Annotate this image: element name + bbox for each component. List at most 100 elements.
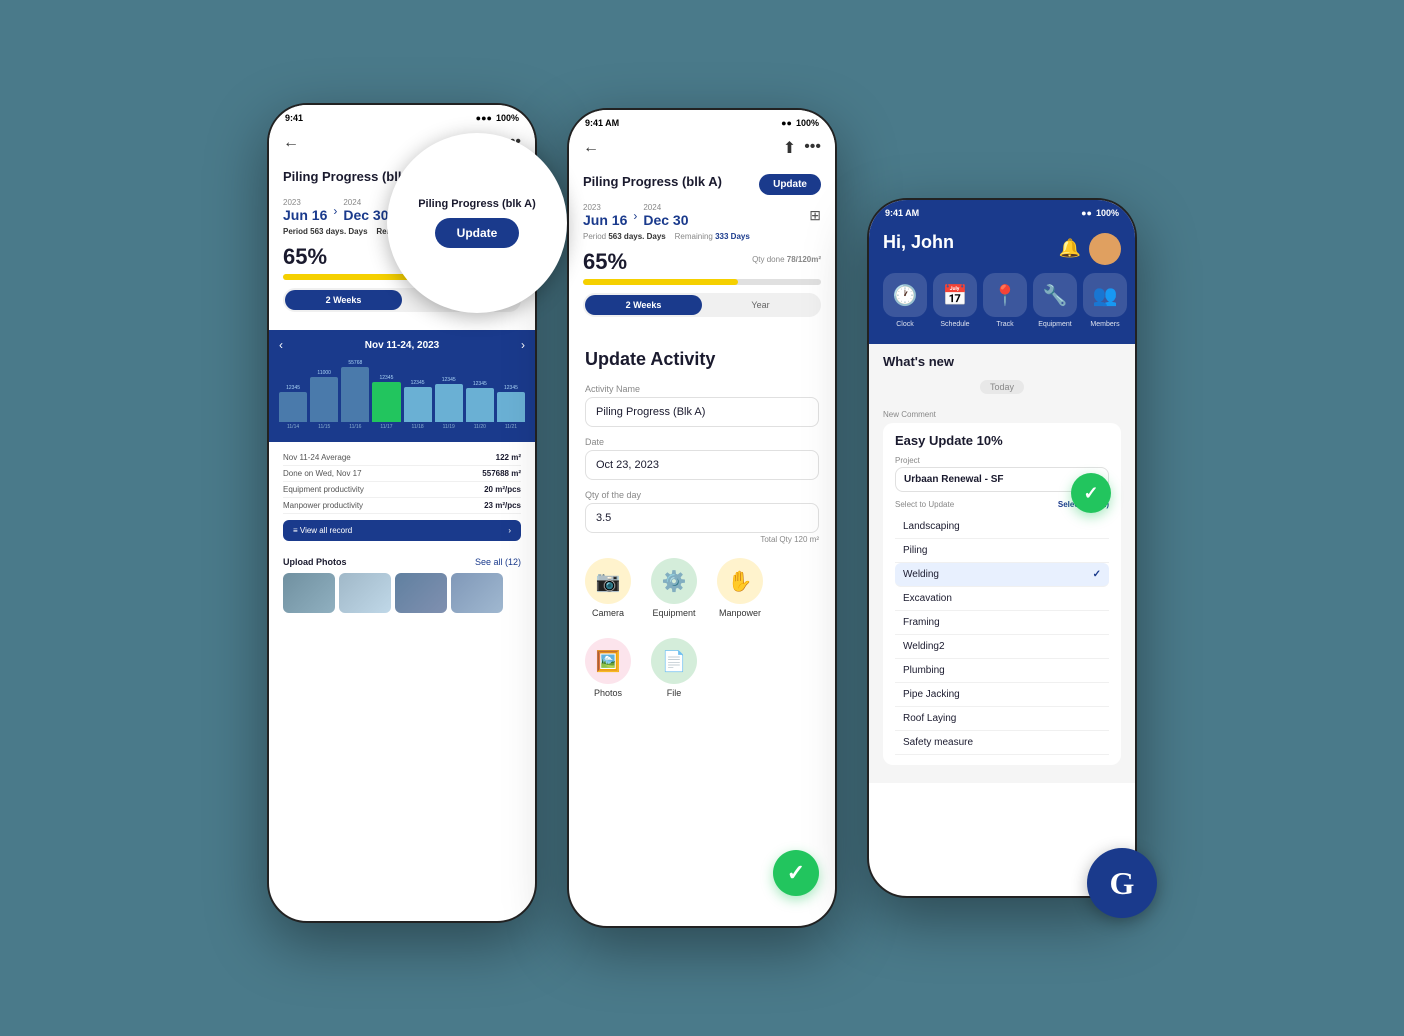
qi-schedule[interactable]: 📅 Schedule [933, 273, 977, 328]
equip-value: 20 m²/pcs [484, 485, 521, 494]
activity-name-input[interactable] [585, 397, 819, 427]
activity-safety[interactable]: Safety measure [895, 731, 1109, 755]
track-icon: 📍 [983, 273, 1027, 317]
back-icon[interactable]: ← [283, 134, 299, 152]
p2-fab-button[interactable]: ✓ [773, 850, 819, 896]
phone-2-wrapper: 9:41 AM ●● 100% ← ⬆ ••• Piling Progress … [567, 108, 837, 928]
battery-3: 100% [1096, 208, 1119, 218]
date-start: Jun 16 [283, 207, 327, 223]
p3-header: Hi, John 🔔 🕐 Clock 📅 Schedule 📍 Track [869, 222, 1135, 344]
arrow-icon: › [333, 204, 337, 218]
photos-label: Photos [594, 688, 622, 698]
date-end: Dec 30 [343, 207, 388, 223]
p3-fab-button[interactable]: ✓ [1071, 473, 1111, 513]
bar-5: 12345 11/18 [404, 380, 432, 430]
p2-qty: Qty done 78/120m² [752, 255, 821, 264]
activity-roof-laying[interactable]: Roof Laying [895, 707, 1109, 731]
activity-plumbing[interactable]: Plumbing [895, 659, 1109, 683]
qi-members[interactable]: 👥 Members [1083, 273, 1127, 328]
activity-pipe-jacking[interactable]: Pipe Jacking [895, 683, 1109, 707]
p2-tab-2weeks[interactable]: 2 Weeks [585, 295, 702, 315]
qi-equipment[interactable]: 🔧 Equipment [1033, 273, 1077, 328]
file-label: File [667, 688, 682, 698]
manpower-label: Manpower productivity [283, 501, 363, 510]
qi-clock[interactable]: 🕐 Clock [883, 273, 927, 328]
activity-welding2[interactable]: Welding2 [895, 635, 1109, 659]
activity-excavation[interactable]: Excavation [895, 587, 1109, 611]
back-icon-2[interactable]: ← [583, 139, 599, 157]
see-all-link[interactable]: See all (12) [475, 557, 521, 567]
chart-prev[interactable]: ‹ [279, 338, 283, 352]
notification-icon[interactable]: 🔔 [1059, 238, 1081, 259]
today-badge: Today [980, 380, 1024, 394]
status-icons-3: ●● 100% [1081, 208, 1119, 218]
activity-landscaping[interactable]: Landscaping [895, 515, 1109, 539]
stats-section: Nov 11-24 Average 122 m² Done on Wed, No… [269, 442, 535, 549]
upload-label: Upload Photos [283, 557, 347, 567]
date-input[interactable] [585, 450, 819, 480]
manpower-action[interactable]: ✋ Manpower [717, 558, 763, 618]
qty-input[interactable] [585, 503, 819, 533]
view-all-button[interactable]: ≡ View all record › [283, 520, 521, 541]
status-icons-2: ●● 100% [781, 118, 819, 128]
p2-update-button[interactable]: Update [759, 174, 821, 195]
done-value: 557688 m² [482, 469, 521, 478]
bar-1: 12345 11/14 [279, 385, 307, 430]
quick-icons: 🕐 Clock 📅 Schedule 📍 Track 🔧 Equipment 👥 [883, 273, 1121, 328]
equipment-action[interactable]: ⚙️ Equipment [651, 558, 697, 618]
tab-2weeks[interactable]: 2 Weeks [285, 290, 402, 310]
chart-header: ‹ Nov 11-24, 2023 › [279, 338, 525, 352]
avg-value: 122 m² [496, 453, 521, 462]
qi-equip-label: Equipment [1038, 321, 1071, 328]
activity-welding[interactable]: Welding ✓ [895, 563, 1109, 587]
camera-action[interactable]: 📷 Camera [585, 558, 631, 618]
activity-name-9: Roof Laying [903, 713, 956, 724]
signal-icon-3: ●● [1081, 208, 1092, 218]
p2-year-start: 2023 [583, 203, 627, 212]
more-icon-2[interactable]: ••• [804, 138, 821, 158]
manpower-value: 23 m²/pcs [484, 501, 521, 510]
status-icons-1: ●●● 100% [476, 113, 519, 123]
clock-icon: 🕐 [883, 273, 927, 317]
p2-progress: 65% Qty done 78/120m² [583, 249, 821, 285]
p2-filter[interactable]: ⊞ [809, 207, 821, 224]
photos-action[interactable]: 🖼️ Photos [585, 638, 631, 698]
stat-manpower: Manpower productivity 23 m²/pcs [283, 498, 521, 514]
stat-equip: Equipment productivity 20 m²/pcs [283, 482, 521, 498]
year-start: 2023 [283, 198, 327, 207]
done-label: Done on Wed, Nov 17 [283, 469, 362, 478]
p2-bar-fill [583, 279, 738, 285]
bar-8: 12345 11/21 [497, 385, 525, 430]
activity-name-10: Safety measure [903, 737, 973, 748]
bar-4: 12345 11/17 [372, 375, 400, 430]
ua-title: Update Activity [585, 349, 819, 370]
status-bar-3: 9:41 AM ●● 100% [869, 200, 1135, 222]
photo-4 [451, 573, 503, 613]
photo-3 [395, 573, 447, 613]
chart-section: ‹ Nov 11-24, 2023 › 12345 11/14 11000 11… [269, 330, 535, 442]
select-label: Select to Update [895, 500, 954, 509]
whats-new-section: What's new Today New Comment Easy Update… [869, 344, 1135, 783]
activity-name-label: Activity Name [585, 384, 819, 394]
p2-year-end: 2024 [643, 203, 688, 212]
activity-name-2: Piling [903, 545, 927, 556]
chart-bars: 12345 11/14 11000 11/15 55768 11/16 1234… [279, 360, 525, 430]
phone-3-wrapper: 9:41 AM ●● 100% Hi, John 🔔 🕐 Clock [867, 138, 1137, 898]
activity-piling[interactable]: Piling [895, 539, 1109, 563]
activity-framing[interactable]: Framing [895, 611, 1109, 635]
avatar[interactable] [1089, 233, 1121, 265]
p2-date-start: Jun 16 [583, 212, 627, 228]
chart-next[interactable]: › [521, 338, 525, 352]
grammarly-badge: G [1087, 848, 1157, 918]
p2-tab-year[interactable]: Year [702, 295, 819, 315]
file-action[interactable]: 📄 File [651, 638, 697, 698]
manpower-icon: ✋ [717, 558, 763, 604]
welding-check: ✓ [1093, 569, 1101, 580]
stat-avg: Nov 11-24 Average 122 m² [283, 450, 521, 466]
qi-track[interactable]: 📍 Track [983, 273, 1027, 328]
bar-3: 55768 11/16 [341, 360, 369, 430]
activity-name-7: Plumbing [903, 665, 945, 676]
share-icon-2[interactable]: ⬆ [783, 138, 796, 158]
battery-1: 100% [496, 113, 519, 123]
magnifier-update-button[interactable]: Update [435, 218, 520, 248]
